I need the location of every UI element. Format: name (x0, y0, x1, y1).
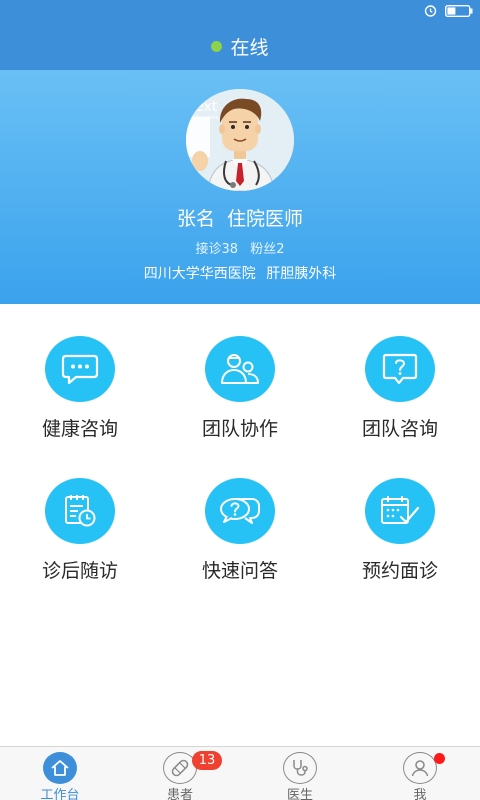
battery-icon (445, 5, 473, 17)
department-name: 肝胆胰外科 (266, 266, 337, 282)
feature-label: 预约面诊 (361, 560, 438, 582)
calendar-check-icon (365, 478, 435, 544)
feature-label: 团队咨询 (361, 418, 438, 440)
patients-badge: 13 (192, 751, 222, 770)
doctor-avatar[interactable]: Text ur text here (186, 89, 294, 191)
bottom-tab-bar: 工作台 13 患者 医生 我 (0, 746, 480, 800)
question-chat-icon (365, 336, 435, 402)
online-dot-icon (211, 40, 223, 52)
feature-health-consult[interactable]: 健康咨询 (0, 304, 160, 444)
alarm-icon (424, 5, 437, 17)
doctor-stats: 接诊38 粉丝2 (0, 238, 480, 257)
doctor-affiliation: 四川大学华西医院 肝胆胰外科 (0, 263, 480, 283)
feature-team-collab[interactable]: 团队协作 (160, 304, 320, 444)
avatar-placeholder-text: Text (188, 99, 218, 115)
feature-label: 团队协作 (201, 418, 278, 440)
home-icon (43, 752, 77, 784)
stethoscope-icon (283, 752, 317, 784)
notification-dot (434, 753, 445, 764)
feature-team-consult[interactable]: 团队咨询 (320, 304, 480, 444)
feature-quick-qa[interactable]: 快速问答 (160, 446, 320, 586)
feature-appointment[interactable]: 预约面诊 (320, 446, 480, 586)
feature-follow-up[interactable]: 诊后随访 (0, 446, 160, 586)
tab-label: 医生 (286, 788, 313, 800)
feature-label: 快速问答 (201, 560, 278, 582)
doctor-name-line: 张名 住院医师 (0, 204, 480, 231)
tab-label: 工作台 (40, 788, 80, 800)
tab-label: 我 (413, 788, 427, 800)
fan-count: 粉丝2 (250, 242, 285, 257)
tab-patients[interactable]: 13 患者 (120, 747, 240, 800)
tab-label: 患者 (166, 788, 193, 800)
doctor-profile: Text ur text here 张名 住院医师 接诊38 粉丝2 四川大学华… (0, 70, 480, 304)
feature-label: 诊后随访 (41, 560, 118, 582)
tab-me[interactable]: 我 (360, 747, 480, 800)
status-bar (0, 0, 480, 22)
online-status[interactable]: 在线 (0, 22, 480, 70)
feature-grid: 健康咨询 团队协作 团队咨询 诊后随访 快速问答 预约面诊 (0, 304, 480, 604)
doctor-illustration: Text ur text here (186, 89, 294, 191)
doctor-name: 张名 (176, 208, 215, 230)
feature-label: 健康咨询 (41, 418, 118, 440)
followup-icon (45, 478, 115, 544)
tab-workbench[interactable]: 工作台 (0, 747, 120, 800)
team-icon (205, 336, 275, 402)
chat-bubble-icon (45, 336, 115, 402)
avatar-placeholder-subtext: ur text here (189, 115, 219, 121)
online-status-label: 在线 (230, 36, 269, 59)
quick-qa-icon (205, 478, 275, 544)
user-icon (403, 752, 437, 784)
doctor-title: 住院医师 (227, 208, 304, 230)
top-bar: 在线 (0, 22, 480, 70)
consult-count: 接诊38 (195, 242, 239, 257)
tab-doctors[interactable]: 医生 (240, 747, 360, 800)
hospital-name: 四川大学华西医院 (143, 266, 256, 282)
